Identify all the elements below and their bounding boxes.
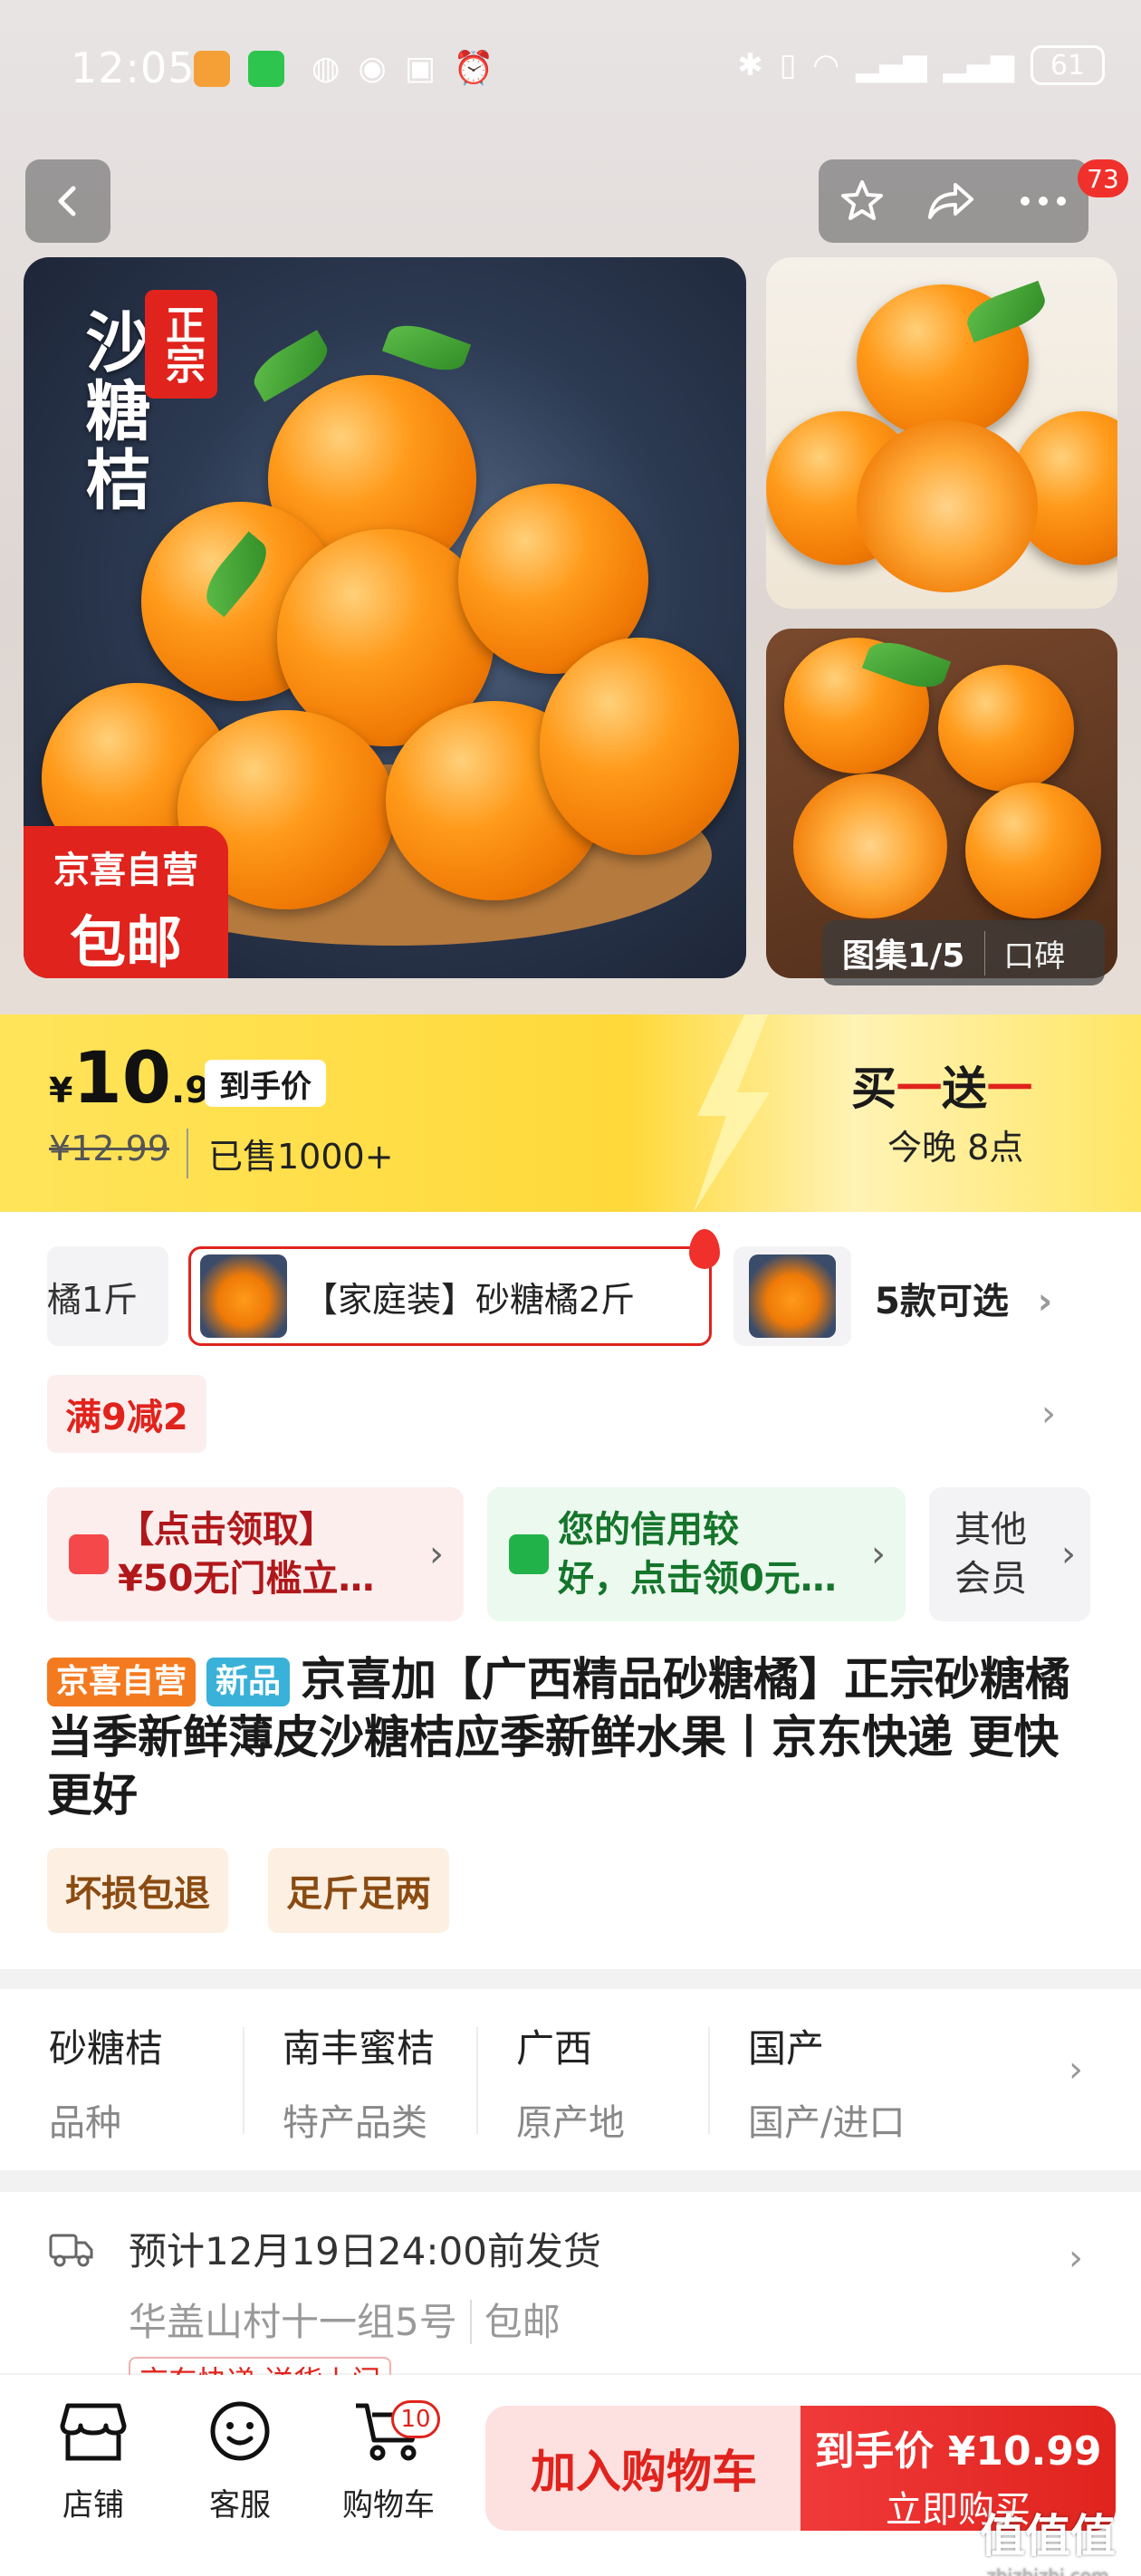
- status-time: 12:05: [71, 43, 196, 92]
- vibrate-icon: ▯: [779, 47, 797, 83]
- chat-smile-icon: [210, 2401, 270, 2461]
- status-bar: 12:05 ◍◉▣⏰ ✱ ▯ ◠ ▂▄▆ ▂▄▆ 61: [0, 0, 1141, 145]
- sku-option-next[interactable]: [734, 1246, 851, 1346]
- star-favorite-icon[interactable]: [839, 178, 886, 225]
- cut-orange-image: [857, 420, 1038, 592]
- gallery-counter-pill[interactable]: 图集1/5 口碑: [822, 920, 1105, 985]
- sku-option-selected[interactable]: 【家庭装】砂糖橘2斤: [188, 1229, 720, 1346]
- more-icon[interactable]: [1018, 192, 1069, 210]
- product-thumb-1[interactable]: [766, 257, 1117, 609]
- sku-option-prev[interactable]: 橘1斤: [47, 1246, 168, 1346]
- nav-actions: [819, 159, 1088, 243]
- shop-button[interactable]: 店铺: [25, 2398, 161, 2524]
- chevron-right-icon: ›: [429, 1533, 444, 1575]
- chevron-right-icon: ›: [1037, 1281, 1053, 1322]
- coupon-card-3[interactable]: 其他 会员 ›: [929, 1487, 1090, 1621]
- service-tag[interactable]: 坏损包退: [47, 1848, 228, 1933]
- battery-icon: 61: [1031, 45, 1105, 85]
- chevron-right-icon[interactable]: ›: [1041, 1393, 1056, 1435]
- original-price: ¥12.99: [49, 1129, 169, 1168]
- signal2-icon: ▂▄▆: [943, 47, 1014, 83]
- truck-icon: [49, 2234, 93, 2267]
- bag-icon: [509, 1534, 549, 1574]
- hot-icon: [689, 1229, 720, 1269]
- wifi-icon: ◠: [812, 47, 840, 83]
- new-tag: 新品: [206, 1658, 291, 1706]
- store-icon: [60, 2403, 127, 2461]
- jingxi-free-shipping-badge: 京喜自营 包邮: [24, 826, 228, 978]
- sold-count: 已售1000+: [187, 1129, 394, 1178]
- buy-one-get-one: 买一送一: [851, 1062, 1032, 1115]
- cart-count-badge: 10: [391, 2400, 440, 2438]
- chevron-right-icon: ›: [1061, 1533, 1076, 1575]
- bluetooth-icon: ✱: [737, 47, 763, 83]
- lightning-icon: [694, 1014, 770, 1212]
- main-image-title: 沙糖桔 正宗: [47, 281, 217, 516]
- coupon-card-2[interactable]: 您的信用较 好，点击领0元… ›: [487, 1487, 906, 1621]
- attribute-item: 广西 原产地: [516, 2026, 625, 2144]
- app-notification-icon: [194, 51, 230, 87]
- chevron-right-icon[interactable]: ›: [1069, 2049, 1083, 2091]
- share-icon[interactable]: [926, 178, 977, 225]
- status-icons-left: ◍◉▣⏰: [312, 50, 513, 87]
- sku-more-options[interactable]: 5款可选 ›: [875, 1272, 1052, 1324]
- chevron-right-icon[interactable]: ›: [1069, 2237, 1083, 2279]
- attribute-item: 国产 国产/进口: [748, 2026, 906, 2144]
- coupon-card-1[interactable]: 【点击领取】 ¥50无门槛立… ›: [47, 1487, 464, 1621]
- back-button[interactable]: [25, 159, 110, 243]
- coupon-icon: [69, 1534, 109, 1574]
- wechat-icon: [248, 51, 284, 87]
- product-title: 京喜自营 新品 京喜加【广西精品砂糖橘】正宗砂糖橘当季新鲜薄皮沙糖桔应季新鲜水果丨京…: [47, 1653, 1071, 1821]
- message-badge: 73: [1078, 159, 1128, 197]
- sku-thumbnail: [200, 1254, 287, 1338]
- self-operated-tag: 京喜自营: [47, 1658, 197, 1706]
- service-tag[interactable]: 足斤足两: [268, 1848, 449, 1933]
- gallery-counter[interactable]: 图集1/5: [822, 929, 984, 976]
- sku-thumbnail: [749, 1254, 836, 1338]
- leaf-image: [381, 316, 472, 380]
- promo-time: 今晚 8点: [887, 1128, 1024, 1168]
- discount-tag[interactable]: 满9减2: [47, 1375, 206, 1453]
- final-price-tag: 到手价: [205, 1060, 326, 1107]
- watermark: 值值值 zhizhizhi.com: [980, 2510, 1116, 2576]
- chevron-right-icon: ›: [871, 1533, 886, 1575]
- chevron-left-icon: [58, 186, 76, 216]
- shipping-address: 华盖山村十一组5号 包邮: [129, 2300, 561, 2344]
- authentic-badge: 正宗: [145, 290, 217, 399]
- orange-image: [540, 638, 739, 855]
- customer-service-button[interactable]: 客服: [172, 2398, 308, 2524]
- shipping-estimate: 预计12月19日24:00前发货: [129, 2229, 601, 2273]
- status-icons-right: ✱ ▯ ◠ ▂▄▆ ▂▄▆ 61: [737, 45, 1105, 85]
- review-tab[interactable]: 口碑: [984, 930, 1083, 976]
- signal-icon: ▂▄▆: [856, 47, 927, 83]
- add-to-cart-button[interactable]: 加入购物车: [485, 2406, 802, 2531]
